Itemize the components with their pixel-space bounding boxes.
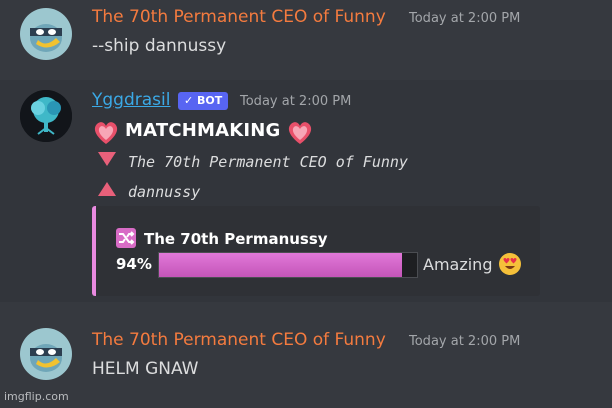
watermark: imgflip.com: [4, 390, 69, 403]
matchmaking-title: MATCHMAKING: [125, 120, 281, 141]
author-name[interactable]: The 70th Permanent CEO of Funny: [92, 330, 386, 350]
timestamp: Today at 2:00 PM: [240, 94, 352, 109]
message-text: --ship dannussy: [92, 36, 227, 56]
triangle-down-icon: [98, 152, 116, 166]
love-meter-bar: [158, 252, 418, 278]
ship-user-down: The 70th Permanent CEO of Funny: [128, 153, 408, 171]
embed-title: The 70th Permanussy: [144, 230, 328, 248]
bot-badge: ✓ BOT: [178, 92, 229, 110]
message-2: Yggdrasil ✓ BOT Today at 2:00 PM MATCHMA…: [0, 80, 612, 302]
message-3: The 70th Permanent CEO of Funny Today at…: [0, 318, 612, 408]
heart-icon: [288, 122, 312, 144]
bot-name[interactable]: Yggdrasil: [92, 90, 170, 110]
message-1: The 70th Permanent CEO of Funny Today at…: [0, 0, 612, 80]
love-meter-fill: [159, 253, 402, 277]
message-text: HELM GNAW: [92, 359, 199, 379]
user-avatar[interactable]: [20, 328, 72, 380]
shuffle-icon: [116, 228, 136, 248]
percent-label: 94%: [116, 255, 152, 273]
triangle-up-icon: [98, 182, 116, 196]
user-avatar[interactable]: [20, 8, 72, 60]
author-name[interactable]: The 70th Permanent CEO of Funny: [92, 7, 386, 27]
timestamp: Today at 2:00 PM: [409, 334, 521, 349]
timestamp: Today at 2:00 PM: [409, 11, 521, 26]
heart-icon: [94, 122, 118, 144]
rating-label: Amazing: [423, 255, 493, 274]
ship-user-up: dannussy: [128, 183, 201, 201]
bot-avatar[interactable]: [20, 90, 72, 142]
ship-embed: The 70th Permanussy 94% Amazing: [92, 206, 540, 296]
heart-eyes-emoji-icon: [499, 253, 521, 275]
